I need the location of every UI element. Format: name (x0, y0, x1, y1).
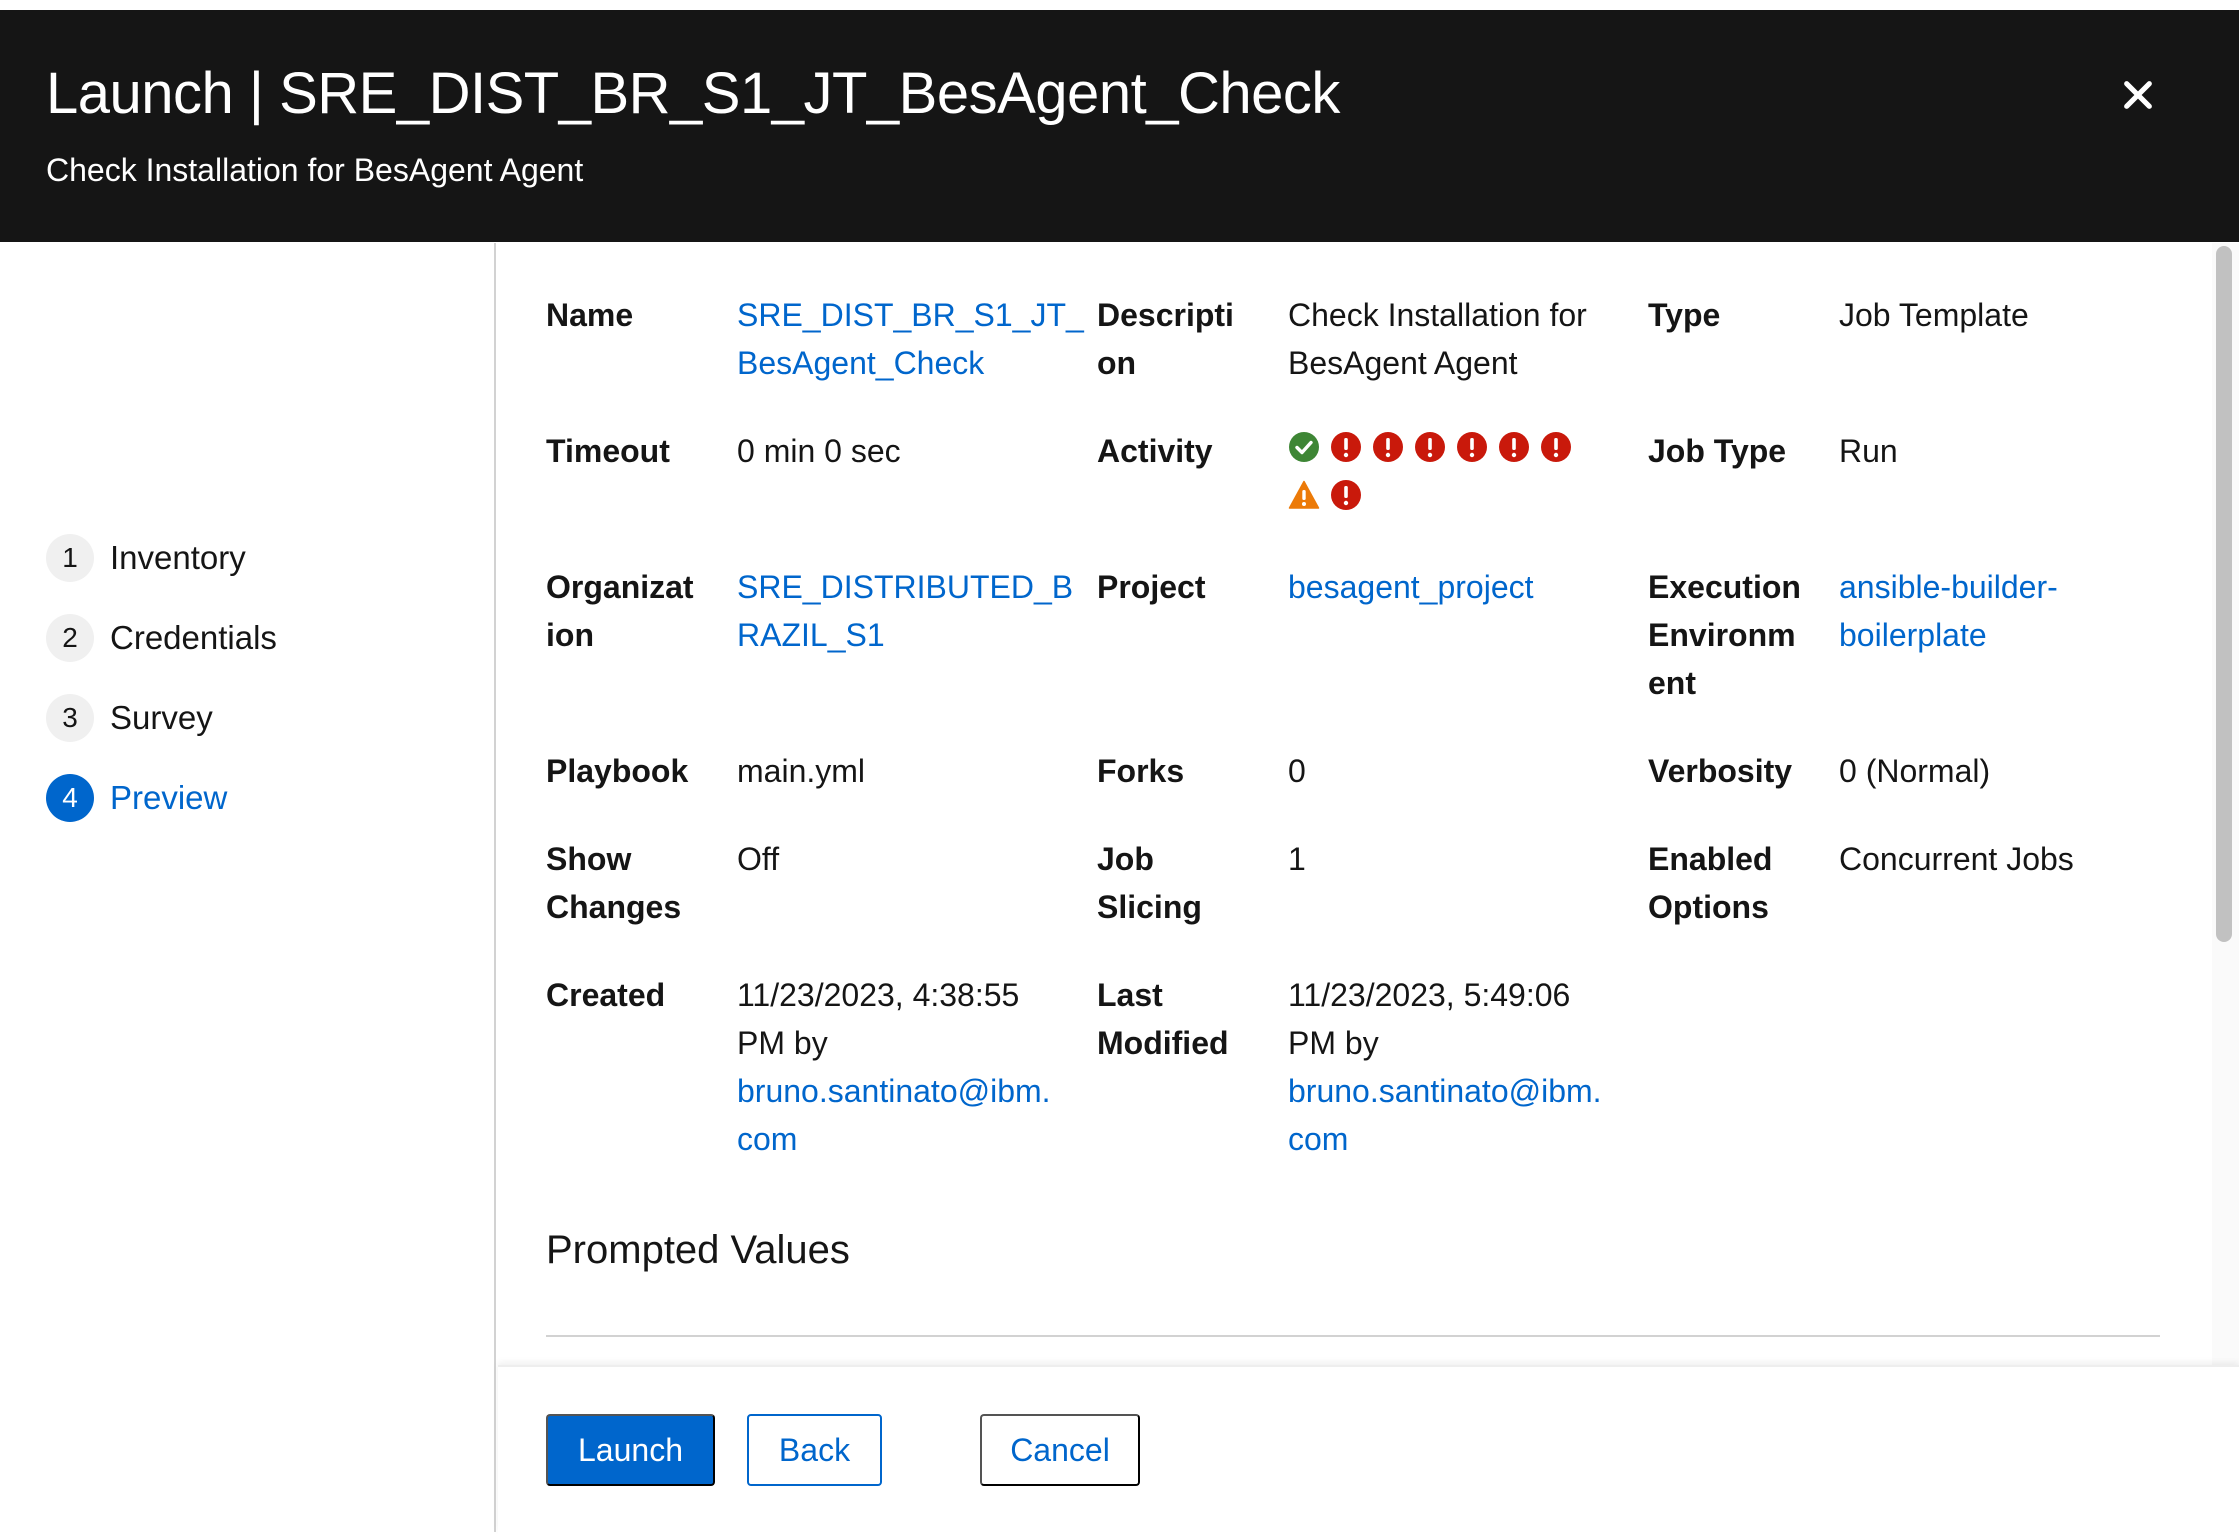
step-label: Survey (110, 699, 213, 736)
execution-environment-link[interactable]: ansible-builder- boilerplate (1839, 563, 2169, 659)
project-label: Project (1097, 569, 1206, 605)
job-failed-icon[interactable] (1414, 431, 1446, 463)
last-modified-value: 11/23/2023, 5:49:06 PM by bruno.santinat… (1288, 971, 1618, 1163)
section-divider (546, 1335, 2160, 1337)
name-label: Name (546, 297, 634, 333)
forks-label: Forks (1097, 753, 1185, 789)
job-slicing-value: 1 (1288, 841, 1306, 877)
back-button[interactable]: Back (747, 1414, 882, 1486)
wizard-step-preview[interactable]: 4 Preview (46, 773, 227, 823)
close-icon (2124, 81, 2152, 109)
forks-value: 0 (1288, 753, 1306, 789)
step-number: 4 (46, 774, 94, 822)
wizard-step-credentials[interactable]: 2 Credentials (46, 613, 277, 663)
type-value: Job Template (1839, 297, 2029, 333)
job-failed-icon[interactable] (1330, 431, 1362, 463)
step-label: Preview (110, 779, 228, 816)
enabled-options-value: Concurrent Jobs (1839, 841, 2074, 877)
job-failed-icon[interactable] (1498, 431, 1530, 463)
job-success-icon[interactable] (1288, 431, 1320, 463)
step-number: 2 (46, 614, 94, 662)
wizard-step-survey[interactable]: 3 Survey (46, 693, 213, 743)
modified-date: 11/23/2023, 5:49:06 PM by (1288, 977, 1571, 1061)
created-by-user-link[interactable]: bruno.santinato@ibm. com (737, 1073, 1051, 1157)
job-failed-icon[interactable] (1330, 479, 1362, 511)
name-link[interactable]: SRE_DIST_BR_S1_JT_ BesAgent_Check (737, 291, 1084, 387)
description-value: Check Installation for BesAgent Agent (1288, 297, 1587, 381)
verbosity-label: Verbosity (1648, 753, 1793, 789)
show-changes-value: Off (737, 841, 780, 877)
organization-label: Organizat ion (546, 569, 694, 653)
created-label: Created (546, 977, 666, 1013)
timeout-value: 0 min 0 sec (737, 433, 901, 469)
job-warning-icon[interactable] (1288, 479, 1320, 511)
modal-header: Launch | SRE_DIST_BR_S1_JT_BesAgent_Chec… (0, 10, 2239, 242)
organization-link[interactable]: SRE_DISTRIBUTED_B RAZIL_S1 (737, 563, 1073, 659)
wizard-step-inventory[interactable]: 1 Inventory (46, 533, 246, 583)
close-button[interactable] (2108, 65, 2168, 125)
step-label: Credentials (110, 619, 277, 656)
job-type-value: Run (1839, 433, 1898, 469)
execution-environment-label: Execution Environm ent (1648, 569, 1801, 701)
step-number: 1 (46, 534, 94, 582)
step-label: Inventory (110, 539, 246, 576)
job-failed-icon[interactable] (1372, 431, 1404, 463)
project-link[interactable]: besagent_project (1288, 563, 1618, 611)
modified-by-user-link[interactable]: bruno.santinato@ibm. com (1288, 1073, 1602, 1157)
activity-label: Activity (1097, 433, 1213, 469)
launch-button[interactable]: Launch (546, 1414, 715, 1486)
preview-content (498, 243, 2212, 1365)
verbosity-value: 0 (Normal) (1839, 753, 1991, 789)
wizard-nav: 1 Inventory 2 Credentials 3 Survey 4 Pre… (0, 243, 496, 1532)
description-label: Descripti on (1097, 297, 1234, 381)
last-modified-label: Last Modified (1097, 977, 1229, 1061)
job-slicing-label: Job Slicing (1097, 841, 1202, 925)
created-value: 11/23/2023, 4:38:55 PM by bruno.santinat… (737, 971, 1067, 1163)
step-number: 3 (46, 694, 94, 742)
enabled-options-label: Enabled Options (1648, 841, 1773, 925)
cancel-button[interactable]: Cancel (980, 1414, 1140, 1486)
job-failed-icon[interactable] (1540, 431, 1572, 463)
modal-subtitle: Check Installation for BesAgent Agent (46, 152, 584, 188)
show-changes-label: Show Changes (546, 841, 682, 925)
job-failed-icon[interactable] (1456, 431, 1488, 463)
playbook-label: Playbook (546, 753, 689, 789)
scrollbar-thumb[interactable] (2216, 246, 2232, 942)
job-type-label: Job Type (1648, 433, 1787, 469)
created-date: 11/23/2023, 4:38:55 PM by (737, 977, 1020, 1061)
window-top-strip (0, 0, 2239, 10)
prompted-values-heading: Prompted Values (546, 1228, 850, 1272)
type-label: Type (1648, 297, 1721, 333)
timeout-label: Timeout (546, 433, 670, 469)
playbook-value: main.yml (737, 753, 866, 789)
modal-title: Launch | SRE_DIST_BR_S1_JT_BesAgent_Chec… (46, 61, 1340, 126)
